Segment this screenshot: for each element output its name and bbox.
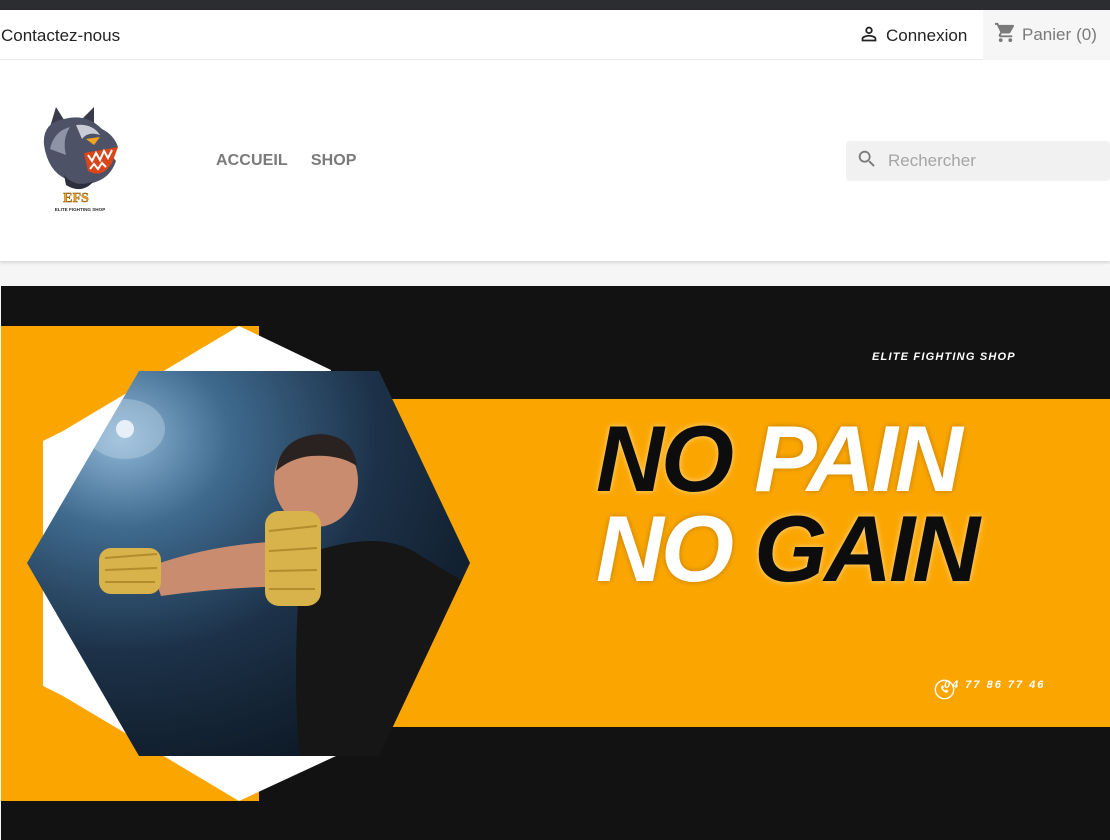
shopping-cart-icon — [994, 21, 1017, 49]
user-icon — [858, 23, 880, 50]
logo-subtext: ELITE FIGHTING SHOP — [55, 207, 106, 212]
top-bar: Contactez-nous Connexion Panier (0) — [0, 10, 1110, 60]
nav-item-accueil[interactable]: Accueil — [216, 152, 288, 170]
hero-banner: ELITE FIGHTING SHOP NO PAIN NO GAIN 04 7… — [1, 286, 1110, 840]
cart-count: (0) — [1076, 25, 1097, 44]
search-widget — [846, 141, 1110, 181]
login-link[interactable]: Connexion — [858, 24, 967, 48]
phone-number: 04 77 86 77 46 — [944, 679, 1046, 691]
cart-label: Panier — [1022, 25, 1072, 44]
main-navigation: Accueil Shop — [216, 152, 357, 170]
banner-brand-name: ELITE FIGHTING SHOP — [872, 351, 1016, 363]
search-input[interactable] — [888, 151, 1098, 171]
wolf-logo-icon: EFS ELITE FIGHTING SHOP — [43, 107, 119, 212]
login-label: Connexion — [886, 26, 968, 45]
site-logo[interactable]: EFS ELITE FIGHTING SHOP — [36, 105, 126, 215]
contact-link[interactable]: Contactez-nous — [1, 26, 120, 46]
slogan-word-gain: GAIN — [754, 496, 980, 601]
browser-top-strip — [0, 0, 1110, 10]
nav-item-shop[interactable]: Shop — [311, 152, 357, 170]
search-icon[interactable] — [856, 148, 878, 175]
banner-phone: 04 77 86 77 46 — [934, 679, 1046, 700]
slogan-word-no-2: NO — [596, 496, 734, 601]
site-header: EFS ELITE FIGHTING SHOP Accueil Shop — [0, 60, 1110, 261]
logo-text: EFS — [63, 191, 89, 206]
banner-slogan: NO PAIN NO GAIN — [596, 412, 980, 596]
cart-button[interactable]: Panier (0) — [983, 10, 1110, 60]
